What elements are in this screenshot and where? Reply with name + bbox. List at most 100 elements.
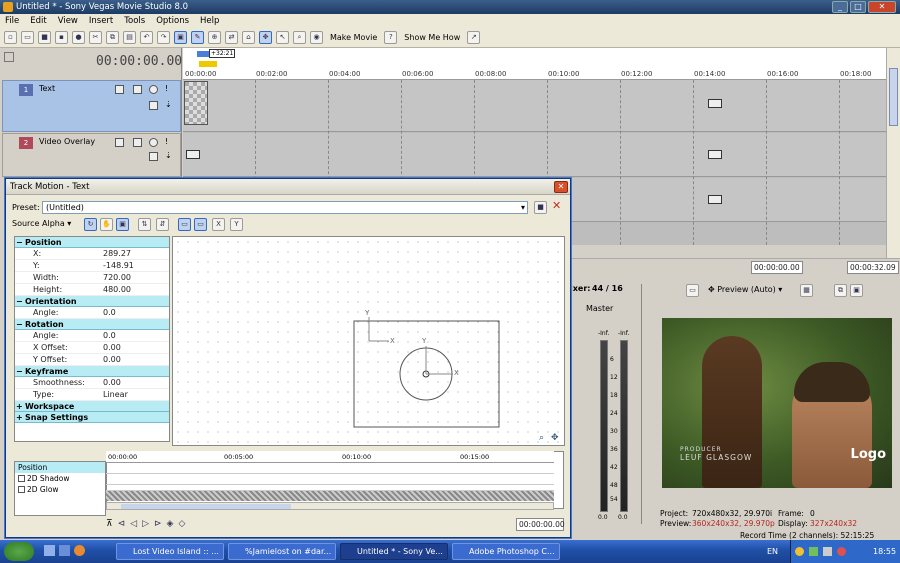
menu-tools[interactable]: Tools: [124, 14, 145, 28]
property-row[interactable]: Angle: 0.0: [15, 307, 169, 319]
menu-view[interactable]: View: [58, 14, 78, 28]
kf-track-position[interactable]: Position: [15, 462, 105, 473]
property-row[interactable]: X: 289.27: [15, 248, 169, 260]
cut-icon[interactable]: ✂: [89, 31, 102, 44]
render-icon[interactable]: ●: [72, 31, 85, 44]
move-tool-icon[interactable]: ✥: [259, 31, 272, 44]
monitor-icon[interactable]: ▭: [686, 284, 699, 297]
switch-windows-icon[interactable]: [59, 545, 70, 556]
language-indicator[interactable]: EN: [767, 540, 778, 563]
save-preset-icon[interactable]: ■: [534, 201, 547, 214]
taskbar-item[interactable]: Lost Video Island :: ...: [116, 543, 224, 560]
track-name[interactable]: Video Overlay: [39, 137, 95, 146]
property-row[interactable]: Y Offset: 0.00: [15, 354, 169, 366]
move-view-icon[interactable]: ✥: [551, 433, 559, 443]
edit-in-object-space-icon[interactable]: ▣: [116, 218, 129, 231]
property-value[interactable]: 0.00: [103, 354, 169, 365]
menu-file[interactable]: File: [5, 14, 19, 28]
envelope-tool-icon[interactable]: ✎: [191, 31, 204, 44]
tray-icon[interactable]: [837, 547, 846, 556]
sync-cursor-icon[interactable]: ⊼: [106, 519, 113, 529]
firefox-icon[interactable]: [74, 545, 85, 556]
track-fx-icon[interactable]: [133, 138, 142, 147]
section-orientation[interactable]: Orientation: [15, 296, 169, 307]
preview-quality-dropdown[interactable]: ✥ Preview (Auto) ▾: [708, 285, 782, 294]
volume-icon[interactable]: [823, 547, 832, 556]
scale-about-center-icon[interactable]: X: [212, 218, 225, 231]
down-arrow-icon[interactable]: ⇣: [165, 100, 172, 109]
track-header-video-overlay[interactable]: 2 Video Overlay ! ⇣: [2, 133, 181, 177]
zoom-icon[interactable]: ⌕: [539, 433, 544, 443]
property-row[interactable]: Height: 480.00: [15, 284, 169, 296]
selection-start-time[interactable]: 00:00:00.00: [751, 261, 803, 274]
zoom-tool-icon[interactable]: ⌕: [293, 31, 306, 44]
selection-tool-icon[interactable]: ↖: [276, 31, 289, 44]
property-value[interactable]: -148.91: [103, 260, 169, 271]
menu-help[interactable]: Help: [200, 14, 219, 28]
open-folder-icon[interactable]: ▭: [21, 31, 34, 44]
undo-icon[interactable]: ↶: [140, 31, 153, 44]
paste-icon[interactable]: ▤: [123, 31, 136, 44]
snapping-icon[interactable]: ⊕: [208, 31, 221, 44]
add-keyframe-icon[interactable]: ◈: [167, 519, 174, 529]
dialog-title-bar[interactable]: Track Motion - Text: [6, 179, 570, 195]
menu-insert[interactable]: Insert: [89, 14, 113, 28]
section-position[interactable]: Position: [15, 237, 169, 248]
section-snap-settings[interactable]: Snap Settings: [15, 412, 169, 423]
motion-canvas[interactable]: Y X Y X ⌕ ✥: [172, 236, 565, 446]
section-rotation[interactable]: Rotation: [15, 319, 169, 330]
down-arrow-icon[interactable]: ⇣: [165, 151, 172, 160]
track-header-text[interactable]: 1 Text ! ⇣: [2, 80, 181, 132]
track-lane-text[interactable]: [183, 80, 886, 132]
property-value[interactable]: 720.00: [103, 272, 169, 283]
lock-aspect-icon[interactable]: ▭: [194, 218, 207, 231]
hand-icon[interactable]: ✋: [100, 218, 113, 231]
track-lane-video-overlay[interactable]: [183, 133, 886, 177]
maximize-button[interactable]: □: [850, 1, 866, 13]
mute-icon[interactable]: [149, 85, 158, 94]
selection-end-time[interactable]: 00:00:32.09: [847, 261, 899, 274]
start-button[interactable]: [4, 542, 34, 561]
keyframe-row[interactable]: [106, 463, 554, 474]
property-value[interactable]: 0.00: [103, 342, 169, 353]
keyframe-row[interactable]: [106, 474, 554, 485]
taskbar-item[interactable]: Adobe Photoshop C...: [452, 543, 560, 560]
lock-y-icon[interactable]: Y: [230, 218, 243, 231]
lock-envelopes-icon[interactable]: ⌂: [242, 31, 255, 44]
kf-track-2d-glow[interactable]: 2D Glow: [15, 484, 105, 495]
tray-icon[interactable]: [795, 547, 804, 556]
copy-icon[interactable]: ⧉: [106, 31, 119, 44]
keyframe-ruler[interactable]: 00:00:00 00:05:00 00:10:00 00:15:00: [106, 451, 554, 463]
preset-dropdown[interactable]: (Untitled) ▾: [42, 201, 528, 214]
property-value[interactable]: 289.27: [103, 248, 169, 259]
track-list-toggle-icon[interactable]: [4, 52, 14, 62]
network-icon[interactable]: [809, 547, 818, 556]
track-name[interactable]: Text: [39, 84, 55, 93]
property-row[interactable]: Type: Linear: [15, 389, 169, 401]
make-movie-button[interactable]: Make Movie: [327, 31, 380, 45]
make-movie-icon[interactable]: ◉: [310, 31, 323, 44]
timeline-ruler[interactable]: +32:21 00:00:00 00:02:00 00:04:00 00:06:…: [183, 48, 886, 80]
property-value[interactable]: 0.00: [103, 377, 169, 388]
copy-snapshot-icon[interactable]: ⧉: [834, 284, 847, 297]
taskbar-item-active[interactable]: Untitled * - Sony Ve...: [340, 543, 448, 560]
next-keyframe-icon[interactable]: ▷: [142, 519, 149, 529]
previous-keyframe-icon[interactable]: ◁: [130, 519, 137, 529]
scrollbar-thumb[interactable]: [121, 504, 291, 509]
properties-icon[interactable]: ▪: [55, 31, 68, 44]
compositing-mode-icon[interactable]: [149, 101, 158, 110]
compositing-mode-icon[interactable]: [149, 152, 158, 161]
track-fx-icon[interactable]: [133, 85, 142, 94]
new-file-icon[interactable]: ▫: [4, 31, 17, 44]
first-keyframe-icon[interactable]: ⊲: [118, 519, 126, 529]
mute-icon[interactable]: [149, 138, 158, 147]
close-button[interactable]: ✕: [868, 1, 896, 13]
solo-icon[interactable]: !: [165, 137, 168, 146]
section-keyframe[interactable]: Keyframe: [15, 366, 169, 377]
property-value[interactable]: 480.00: [103, 284, 169, 295]
section-workspace[interactable]: Workspace: [15, 401, 169, 412]
rotate-icon[interactable]: ↻: [84, 218, 97, 231]
overlays-icon[interactable]: ▦: [800, 284, 813, 297]
kf-track-2d-shadow[interactable]: 2D Shadow: [15, 473, 105, 484]
whats-this-help-icon[interactable]: ↗: [467, 31, 481, 44]
